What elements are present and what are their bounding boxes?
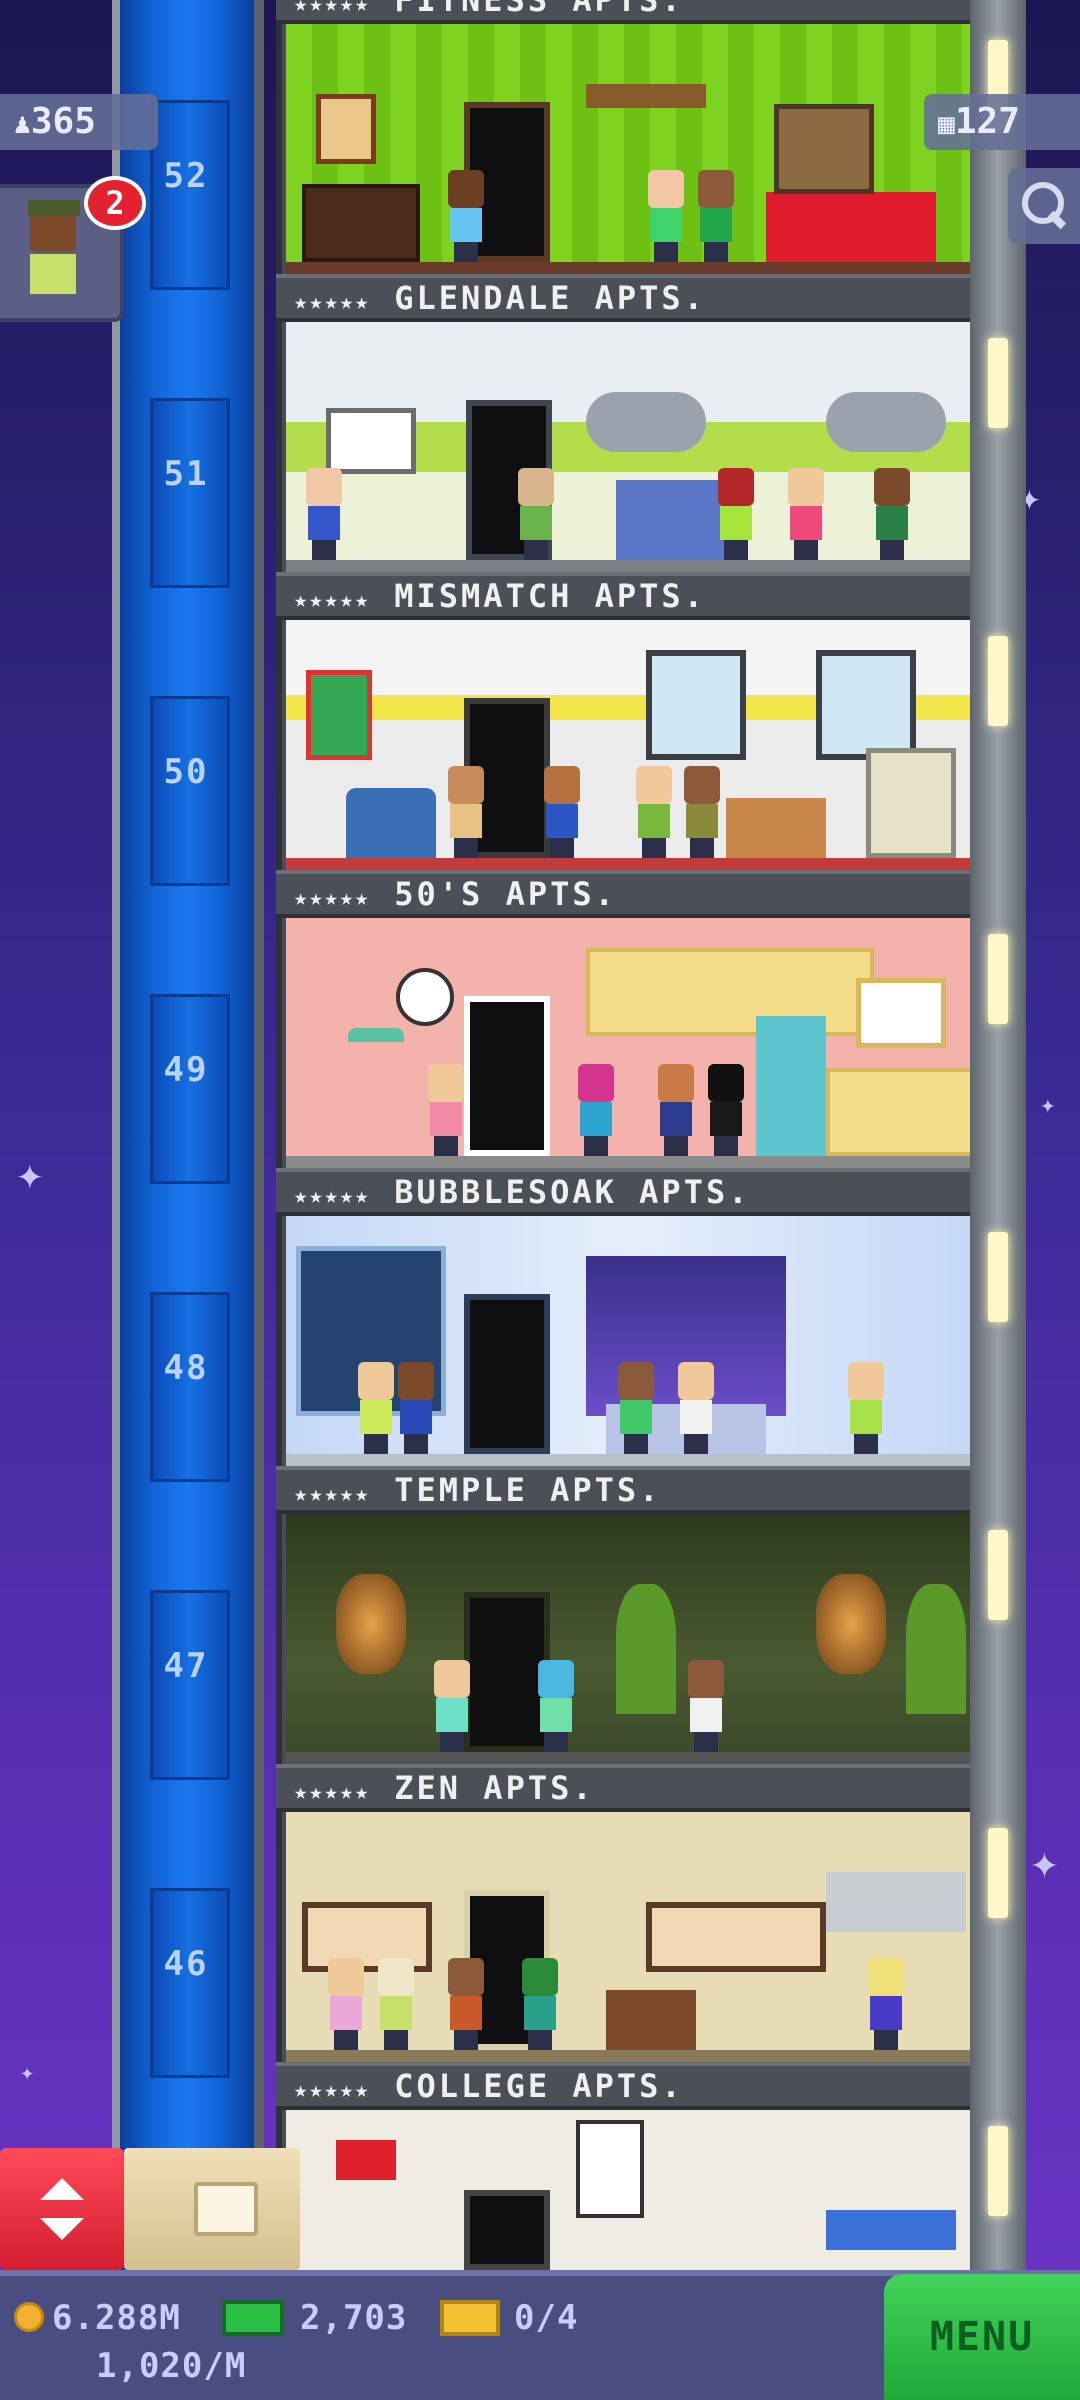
floor-count-value: 127 <box>954 101 1020 142</box>
resident[interactable] <box>676 1362 716 1454</box>
resident[interactable] <box>396 1362 436 1454</box>
resident[interactable] <box>426 1064 466 1156</box>
avatar <box>30 212 76 252</box>
resident[interactable] <box>682 766 722 858</box>
resident[interactable] <box>520 1958 560 2050</box>
resident[interactable] <box>542 766 582 858</box>
resident[interactable] <box>872 468 912 560</box>
person-icon: ♟ <box>14 107 31 140</box>
floor-label-fitness: ★★★★★ FITNESS APTS. <box>276 0 970 24</box>
floor-name: FITNESS APTS. <box>394 0 684 19</box>
floor-name: COLLEGE APTS. <box>394 2067 684 2105</box>
floor-number: 48 <box>163 1348 209 1388</box>
resident[interactable] <box>656 1064 696 1156</box>
elevator-shaft[interactable]: 52 51 50 49 48 47 46 <box>112 0 264 2270</box>
coin-icon <box>14 2302 44 2332</box>
floor-label: ★★★★★ ZEN APTS. <box>276 1764 970 1812</box>
resident[interactable] <box>326 1958 366 2050</box>
resident[interactable] <box>696 170 736 262</box>
floor-label: ★★★★★ COLLEGE APTS. <box>276 2062 970 2110</box>
notification-badge: 2 <box>84 176 146 230</box>
resident[interactable] <box>576 1064 616 1156</box>
resident[interactable] <box>786 468 826 560</box>
floor-45-room[interactable] <box>286 2110 974 2270</box>
build-floor-button[interactable] <box>124 2148 300 2270</box>
rating-stars: ★★★★★ <box>294 1780 371 1805</box>
floor-name: MISMATCH APTS. <box>394 577 706 615</box>
floor-label: ★★★★★ TEMPLE APTS. <box>276 1466 970 1514</box>
sparkle-star: ✦ <box>1030 1834 1059 1890</box>
resident[interactable] <box>846 1362 886 1454</box>
floor-label: ★★★★★ GLENDALE APTS. <box>276 274 970 322</box>
resident[interactable] <box>516 468 556 560</box>
floor-label: ★★★★★ MISMATCH APTS. <box>276 572 970 620</box>
floor-50-room[interactable] <box>286 620 974 870</box>
resident[interactable] <box>536 1660 576 1752</box>
floor-name: ZEN APTS. <box>394 1769 595 1807</box>
floor-name: BUBBLESOAK APTS. <box>394 1173 751 1211</box>
tickets-value: 0/4 <box>514 2298 579 2338</box>
resident[interactable] <box>716 468 756 560</box>
rating-stars: ★★★★★ <box>294 2078 371 2103</box>
resident[interactable] <box>304 468 344 560</box>
resident[interactable] <box>616 1362 656 1454</box>
sparkle-star: ✦ <box>20 2058 35 2086</box>
box-icon <box>194 2182 258 2236</box>
floor-label: ★★★★★ BUBBLESOAK APTS. <box>276 1168 970 1216</box>
floor-47-room[interactable] <box>286 1514 974 1764</box>
rating-stars: ★★★★★ <box>294 0 371 17</box>
floor-counter[interactable]: ▦127 <box>924 94 1080 150</box>
building-icon: ▦ <box>938 107 955 140</box>
menu-button[interactable]: MENU <box>884 2274 1080 2400</box>
income-rate: 1,020/M <box>96 2346 247 2386</box>
floor-number: 49 <box>163 1050 209 1090</box>
ticket-icon <box>440 2300 500 2336</box>
resident[interactable] <box>646 170 686 262</box>
floor-number: 47 <box>163 1646 209 1686</box>
floor-number: 50 <box>163 752 209 792</box>
floor-name: 50'S APTS. <box>394 875 617 913</box>
resident[interactable] <box>432 1660 472 1752</box>
search-button[interactable] <box>1008 168 1080 244</box>
resident[interactable] <box>446 170 486 262</box>
population-value: 365 <box>30 101 96 142</box>
floor-48-room[interactable] <box>286 1216 974 1466</box>
building-edge <box>970 0 1026 2270</box>
floor-name: TEMPLE APTS. <box>394 1471 662 1509</box>
population-counter[interactable]: ♟365 <box>0 94 158 150</box>
down-arrow-icon <box>40 2218 84 2240</box>
elevator-button[interactable] <box>0 2148 124 2270</box>
resident[interactable] <box>706 1064 746 1156</box>
bux-value: 2,703 <box>300 2298 408 2338</box>
resident[interactable] <box>356 1362 396 1454</box>
rating-stars: ★★★★★ <box>294 290 371 315</box>
rating-stars: ★★★★★ <box>294 1184 371 1209</box>
floor-46-room[interactable] <box>286 1812 974 2062</box>
resident[interactable] <box>634 766 674 858</box>
coins-value: 6.288M <box>52 2298 181 2338</box>
floor-number: 46 <box>163 1944 209 1984</box>
resident[interactable] <box>866 1958 906 2050</box>
resident[interactable] <box>446 1958 486 2050</box>
floor-name: GLENDALE APTS. <box>394 279 706 317</box>
floor-52-room[interactable] <box>286 24 974 274</box>
floor-51-room[interactable] <box>286 322 974 572</box>
resident[interactable] <box>376 1958 416 2050</box>
notification-count: 2 <box>105 184 125 222</box>
resident[interactable] <box>686 1660 726 1752</box>
floor-label: ★★★★★ 50'S APTS. <box>276 870 970 918</box>
rating-stars: ★★★★★ <box>294 588 371 613</box>
up-arrow-icon <box>40 2178 84 2200</box>
floor-49-room[interactable] <box>286 918 974 1168</box>
bux-icon <box>222 2300 284 2336</box>
resident[interactable] <box>446 766 486 858</box>
floor-number: 51 <box>163 454 209 494</box>
sparkle-star: ✦ <box>1040 1090 1056 1120</box>
tower-building <box>276 0 974 2270</box>
rating-stars: ★★★★★ <box>294 886 371 911</box>
rating-stars: ★★★★★ <box>294 1482 371 1507</box>
sparkle-star: ✦ <box>16 1146 44 1200</box>
